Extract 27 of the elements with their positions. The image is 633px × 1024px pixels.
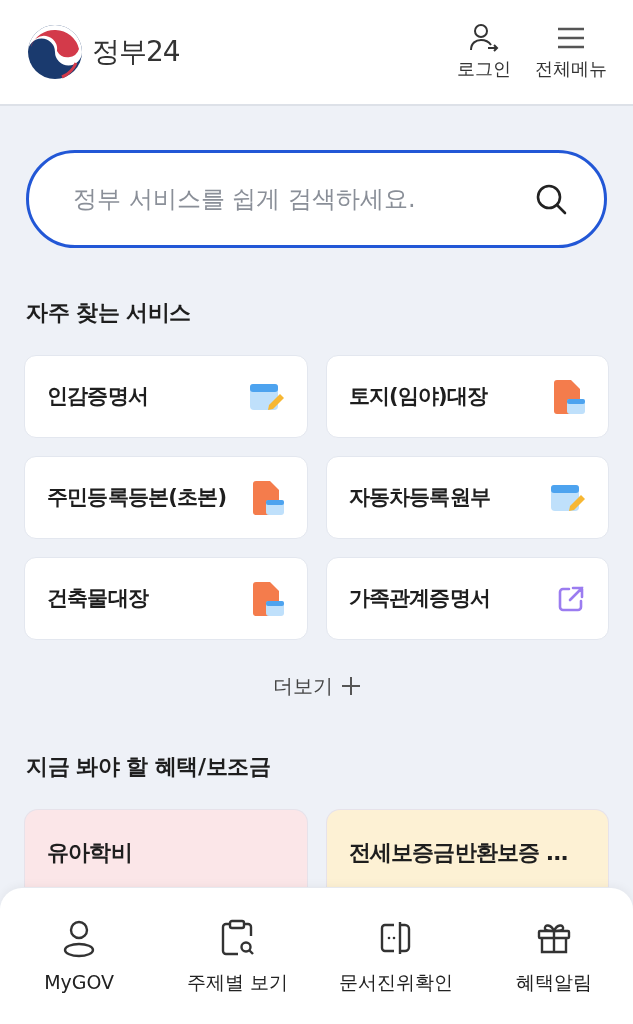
- header-menu-button[interactable]: 전체메뉴: [535, 22, 607, 82]
- service-card[interactable]: 토지(임야)대장: [325, 355, 609, 438]
- emblem-icon: [26, 23, 84, 81]
- service-card[interactable]: 주민등록등본(초본): [24, 456, 308, 539]
- person-icon: [468, 22, 500, 53]
- more-button[interactable]: 더보기: [266, 670, 367, 702]
- nav-tab[interactable]: 문서진위확인: [316, 918, 475, 1024]
- logo-text[interactable]: 정부24: [92, 31, 180, 73]
- service-card[interactable]: 가족관계증명서: [325, 557, 609, 640]
- header-login-button[interactable]: 로그인: [457, 22, 511, 82]
- nav-tab[interactable]: 혜택알림: [474, 918, 633, 1024]
- document-icon: [552, 378, 586, 415]
- section-title: 지금 봐야 할 혜택/보조금: [26, 753, 271, 781]
- plus-icon: [340, 676, 361, 696]
- service-card[interactable]: 건축물대장: [24, 557, 308, 640]
- document-icon: [250, 479, 285, 516]
- benefit-card[interactable]: 전세보증금반환보증 …: [325, 809, 609, 887]
- service-card[interactable]: 자동차등록원부: [325, 456, 609, 539]
- search-icon[interactable]: [534, 182, 568, 216]
- nav-tab[interactable]: MyGOV: [0, 918, 159, 1024]
- section-title: 자주 찾는 서비스: [26, 299, 192, 327]
- service-card[interactable]: 인감증명서: [24, 355, 308, 438]
- document-icon: [250, 580, 285, 617]
- search-bar[interactable]: 정부 서비스를 쉽게 검색하세요.: [26, 150, 607, 248]
- nav-tab[interactable]: 주제별 보기: [158, 918, 317, 1024]
- benefit-card[interactable]: 유아학비: [24, 809, 308, 887]
- search-input[interactable]: 정부 서비스를 쉽게 검색하세요.: [71, 180, 534, 218]
